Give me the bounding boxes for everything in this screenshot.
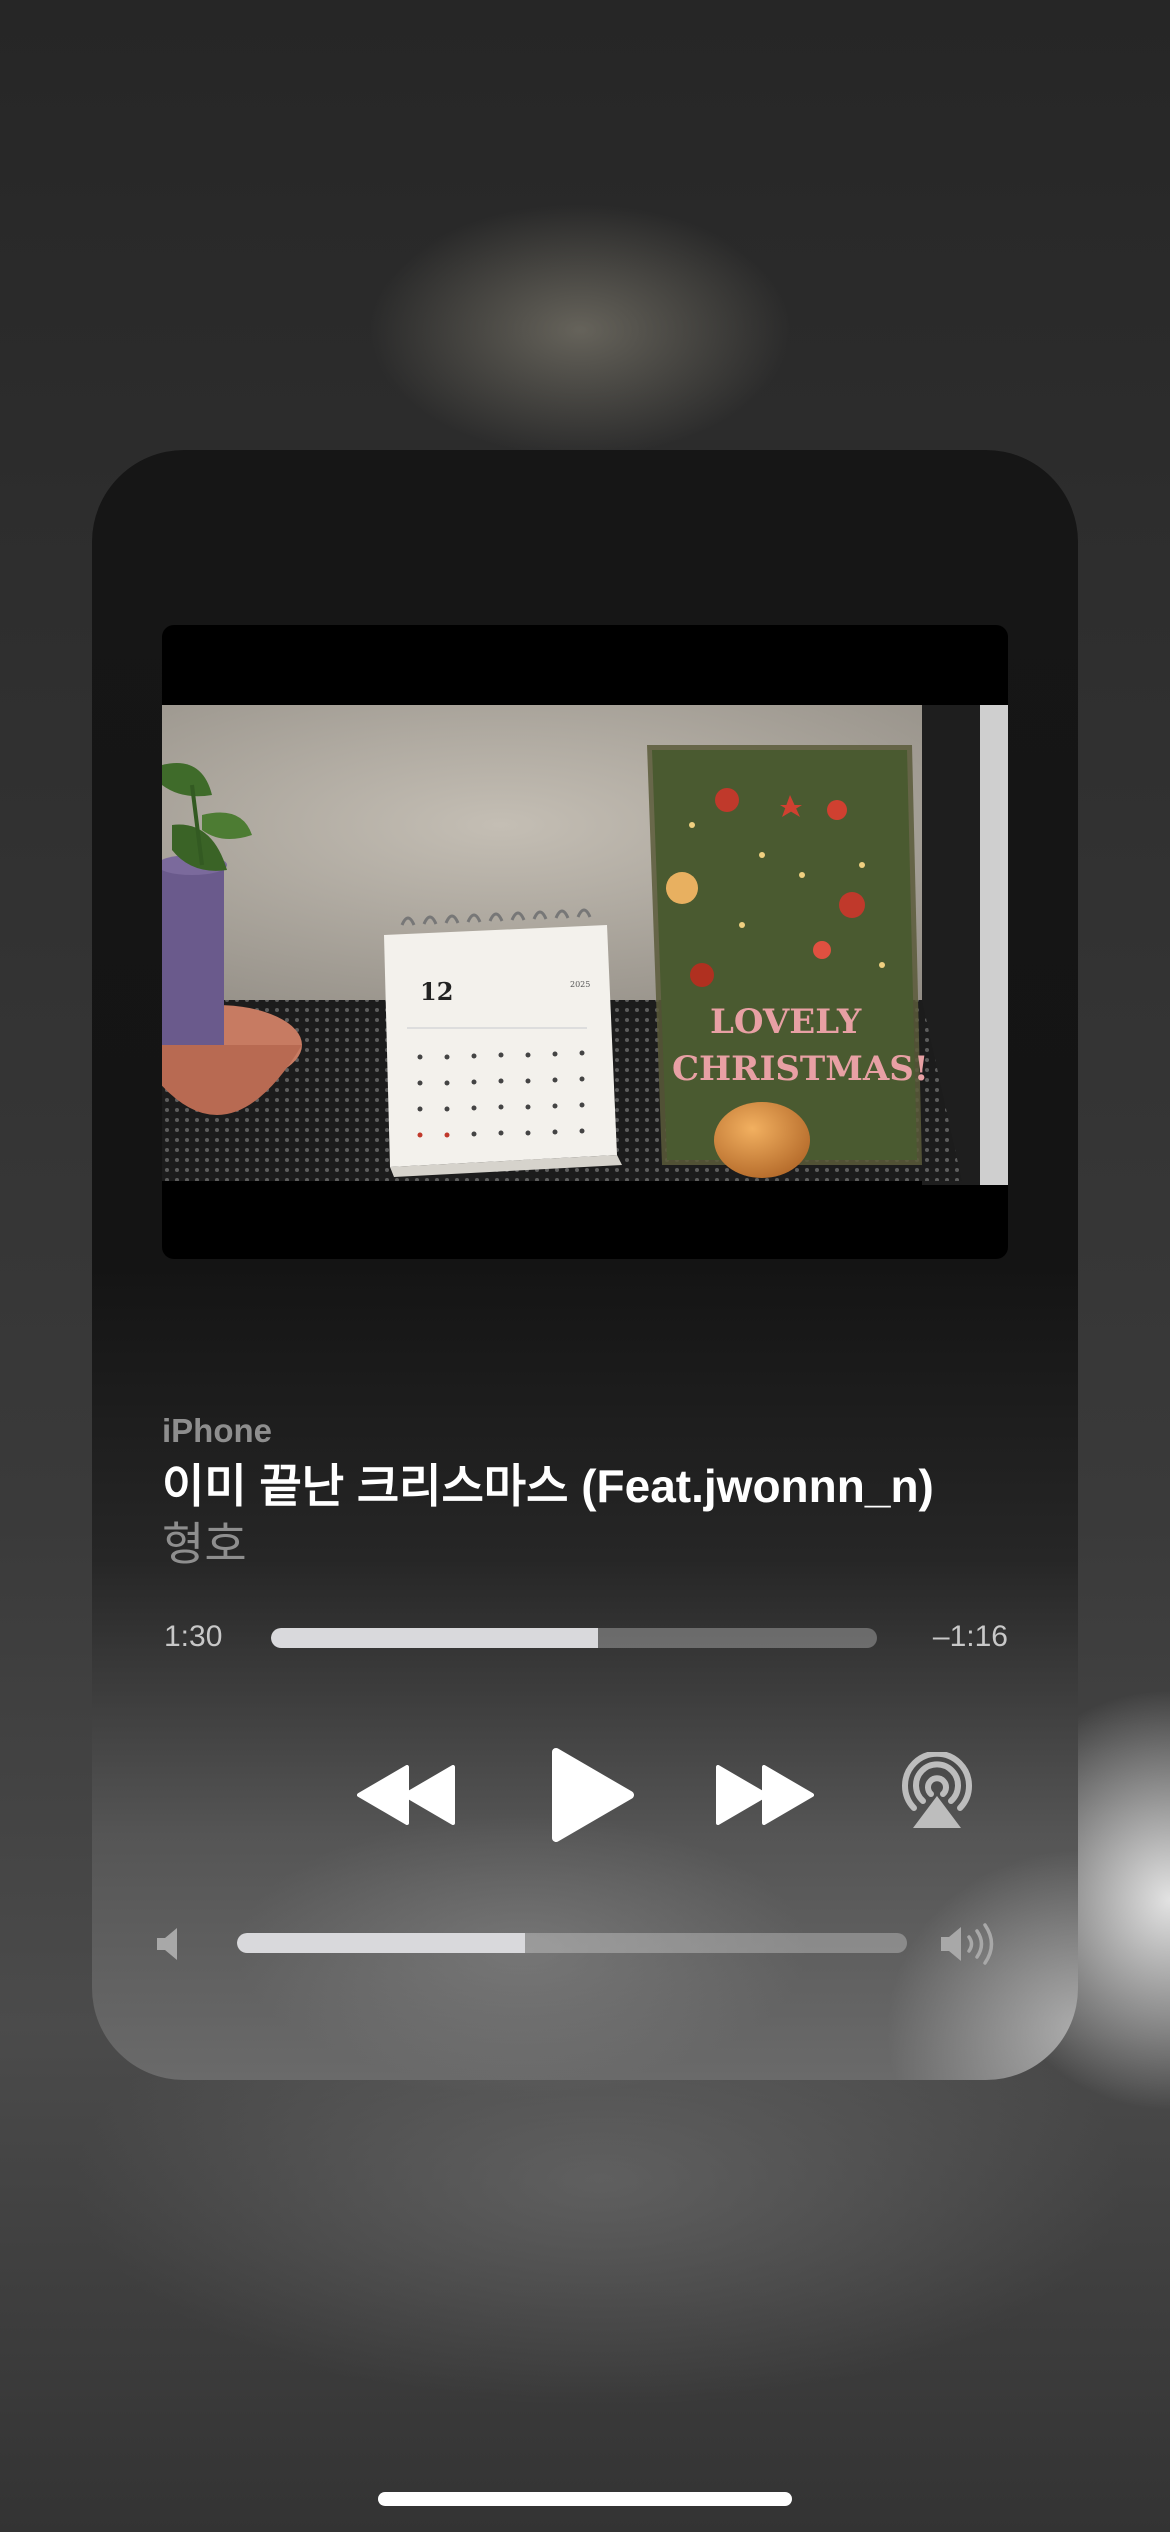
card-text-lovely: LOVELY <box>710 1002 862 1042</box>
fast-forward-button[interactable] <box>709 1750 819 1840</box>
progress-fill <box>271 1628 599 1648</box>
play-button[interactable] <box>537 1740 647 1850</box>
airplay-button[interactable] <box>892 1747 982 1837</box>
volume-max-button <box>937 1920 1003 1968</box>
progress-scrubber[interactable] <box>271 1628 877 1648</box>
elapsed-time: 1:30 <box>164 1620 223 1653</box>
video-frame-image: 12 2025 LOVELY CHRISTMAS! <box>162 705 1008 1185</box>
volume-fill <box>237 1933 526 1953</box>
card-text-christmas: CHRISTMAS! <box>672 1049 929 1089</box>
remaining-time: –1:16 <box>932 1620 1008 1653</box>
play-icon <box>552 1748 634 1842</box>
speaker-high-icon <box>941 1923 994 1965</box>
airplay-audio-icon <box>902 1752 972 1828</box>
playback-source-label: iPhone <box>162 1412 273 1449</box>
track-title: 이미 끝난 크리스마스 (Feat.jwonnn_n) <box>162 1460 934 1512</box>
calendar-year: 2025 <box>570 980 590 989</box>
rewind-icon <box>357 1765 455 1825</box>
now-playing-card: 12 2025 LOVELY CHRISTMAS! iPhone 이미 끝난 크… <box>92 450 1078 2080</box>
home-indicator[interactable] <box>378 2492 792 2506</box>
calendar-month-number: 12 <box>420 977 453 1006</box>
rewind-button[interactable] <box>352 1750 462 1840</box>
volume-slider[interactable] <box>237 1933 907 1953</box>
track-artist: 형호 <box>162 1518 247 1570</box>
volume-min-button <box>150 1922 190 1966</box>
fast-forward-icon <box>716 1765 814 1825</box>
video-artwork[interactable]: 12 2025 LOVELY CHRISTMAS! <box>162 625 1008 1259</box>
speaker-low-icon <box>157 1928 177 1960</box>
